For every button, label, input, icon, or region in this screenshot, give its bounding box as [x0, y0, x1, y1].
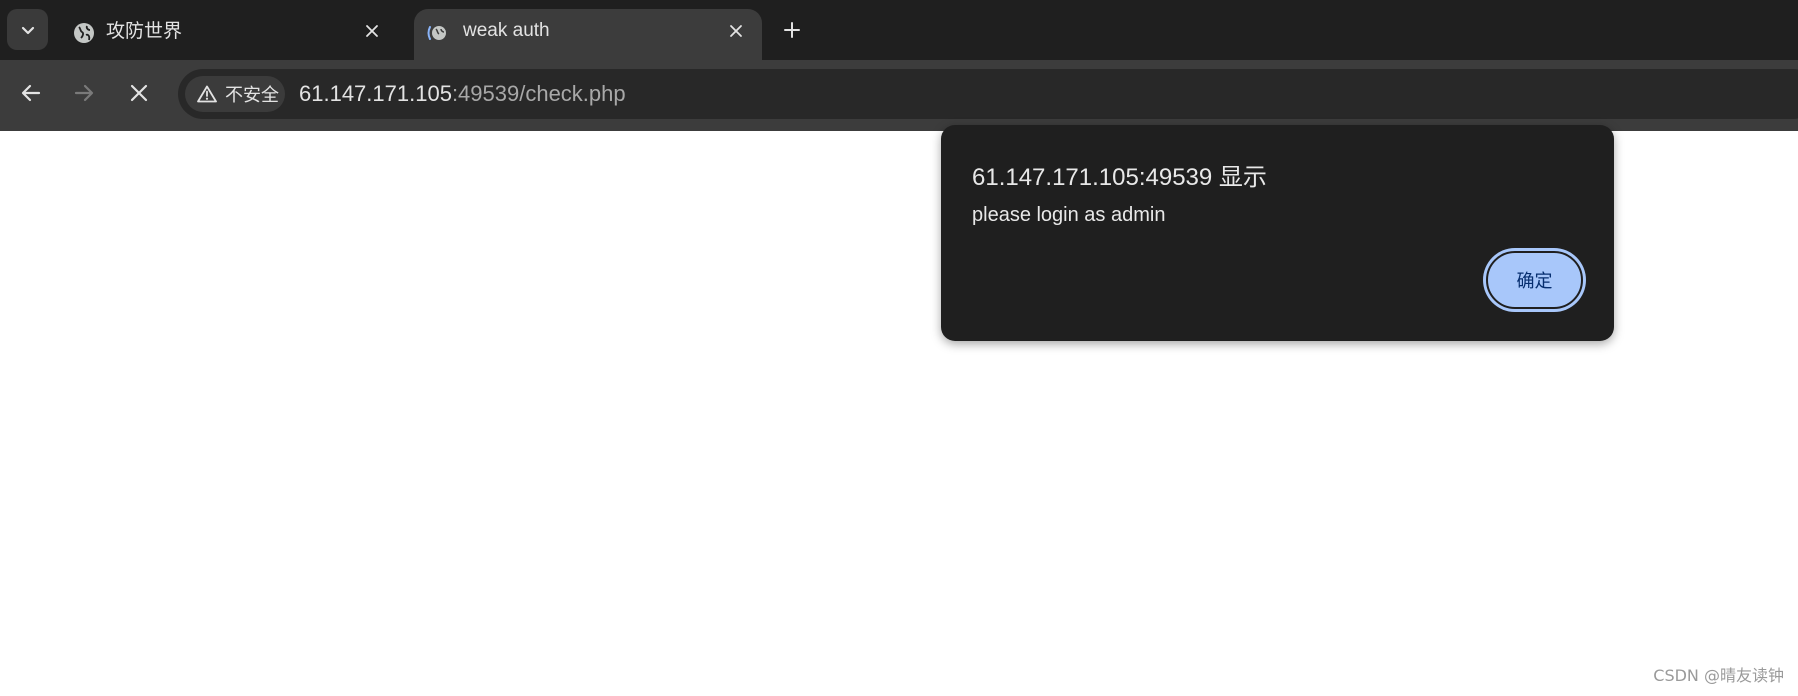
browser-toolbar: 不安全 61.147.171.105:49539/check.php: [0, 60, 1798, 131]
tab-gongfang[interactable]: 攻防世界: [62, 9, 402, 60]
address-bar[interactable]: 不安全 61.147.171.105:49539/check.php: [178, 69, 1798, 119]
new-tab-button[interactable]: [778, 16, 806, 44]
url-host: 61.147.171.105: [299, 81, 452, 106]
alert-dialog: 61.147.171.105:49539 显示 please login as …: [941, 125, 1614, 341]
tab-title: 攻防世界: [106, 20, 183, 42]
security-label: 不安全: [225, 85, 279, 106]
plus-icon: [784, 22, 800, 38]
tab-title: weak auth: [463, 20, 550, 41]
close-icon: [130, 84, 148, 102]
globe-icon: [74, 23, 94, 43]
arrow-left-icon: [21, 84, 41, 102]
security-chip[interactable]: 不安全: [185, 76, 285, 112]
dialog-title: 61.147.171.105:49539 显示: [972, 164, 1267, 191]
tab-search-button[interactable]: [7, 9, 48, 50]
close-tab-icon[interactable]: [724, 19, 748, 43]
forward-button[interactable]: [66, 75, 102, 111]
url-text[interactable]: 61.147.171.105:49539/check.php: [299, 69, 626, 119]
warning-icon: [197, 85, 217, 103]
dialog-message: please login as admin: [972, 204, 1166, 226]
loading-globe-icon: [427, 26, 446, 40]
watermark: CSDN @晴友读钟: [1653, 666, 1784, 685]
tab-weak-auth[interactable]: weak auth: [414, 9, 762, 60]
chevron-down-icon: [21, 26, 34, 34]
close-tab-icon[interactable]: [360, 19, 384, 43]
back-button[interactable]: [13, 75, 49, 111]
tab-strip: 攻防世界 weak auth: [0, 0, 1798, 60]
url-path: :49539/check.php: [451, 81, 626, 106]
ok-button[interactable]: 确定: [1486, 251, 1583, 309]
arrow-right-icon: [74, 84, 94, 102]
stop-loading-button[interactable]: [121, 75, 157, 111]
